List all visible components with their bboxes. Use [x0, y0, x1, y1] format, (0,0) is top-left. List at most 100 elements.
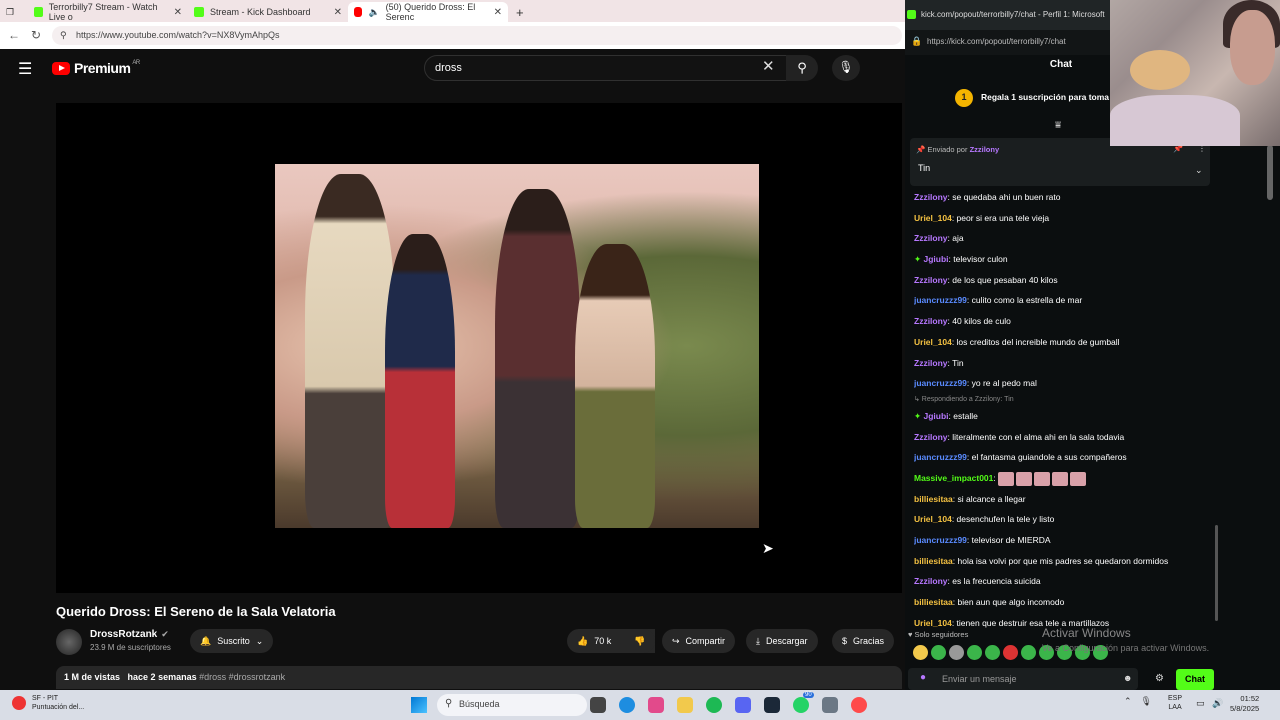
chat-username[interactable]: Zzzilony: [914, 432, 948, 442]
emote-icon[interactable]: [1003, 645, 1018, 660]
windows-start-icon[interactable]: [411, 697, 427, 713]
chevron-down-icon[interactable]: ⌄: [1195, 165, 1203, 176]
address-bar[interactable]: ⚲ https://www.youtube.com/watch?v=NX8Vym…: [52, 26, 902, 45]
close-icon[interactable]: ✕: [334, 7, 342, 18]
chat-username[interactable]: Uriel_104: [914, 618, 952, 628]
youtube-logo[interactable]: Premium AR: [52, 60, 140, 76]
chat-username[interactable]: Jgiubi: [923, 254, 948, 264]
whatsapp-icon[interactable]: 90: [793, 692, 814, 713]
gift-count-badge: 1: [955, 89, 973, 107]
tab-kick-stream[interactable]: Terrorbilly7 Stream - Watch Live o ✕: [28, 2, 188, 22]
file-explorer-icon[interactable]: [677, 697, 693, 713]
webcam-blanket: [1110, 95, 1240, 146]
search-input[interactable]: dross: [424, 55, 788, 81]
tab-kick-dashboard[interactable]: Stream - Kick Dashboard ✕: [188, 2, 348, 22]
emote-icon[interactable]: [985, 645, 1000, 660]
chat-username[interactable]: Zzzilony: [914, 192, 948, 202]
weather-widget[interactable]: SF - PIT Puntuación del...: [12, 694, 84, 712]
channel-name[interactable]: DrossRotzank: [90, 629, 157, 640]
microphone-icon[interactable]: 🎙: [1141, 696, 1152, 707]
chat-emote[interactable]: [998, 471, 1015, 486]
chat-username[interactable]: billiesitaa: [914, 597, 953, 607]
emote-icon[interactable]: [967, 645, 982, 660]
download-button[interactable]: ⤓ Descargar: [746, 629, 818, 653]
emoji-picker-icon[interactable]: ☻: [1123, 673, 1132, 683]
language-indicator[interactable]: ESP LAA: [1168, 694, 1182, 712]
clock[interactable]: 01:52 5/8/2025: [1230, 694, 1259, 714]
spotify-icon[interactable]: [706, 697, 722, 713]
copilot-icon[interactable]: [648, 697, 664, 713]
network-icon[interactable]: ▭: [1196, 698, 1205, 709]
emote-icon[interactable]: [949, 645, 964, 660]
chat-text: literalmente con el alma ahi en la sala …: [952, 431, 1125, 442]
subscribed-label: Suscrito: [217, 636, 250, 646]
chat-emote[interactable]: [1016, 471, 1033, 486]
chat-username[interactable]: Zzzilony: [914, 233, 948, 243]
chat-emote[interactable]: [1052, 471, 1069, 486]
menu-icon[interactable]: ☰: [18, 59, 32, 79]
chat-username[interactable]: Uriel_104: [914, 514, 952, 524]
close-icon[interactable]: ✕: [494, 7, 502, 18]
chat-username[interactable]: Jgiubi: [923, 411, 948, 421]
share-button[interactable]: ↪ Compartir: [662, 629, 736, 653]
chevron-up-icon[interactable]: ⌃: [1124, 696, 1132, 707]
emote-icon[interactable]: [913, 645, 928, 660]
description-box[interactable]: 1 M de vistas hace 2 semanas #dross #dro…: [56, 666, 902, 689]
site-info-icon[interactable]: ⚲: [60, 30, 67, 41]
tab-youtube-video[interactable]: 🔈 (50) Querido Dross: El Serenc ✕: [348, 2, 508, 22]
window-scrollbar[interactable]: [1267, 145, 1273, 200]
discord-icon[interactable]: [735, 697, 751, 713]
reload-icon[interactable]: ↻: [31, 28, 41, 42]
hashtags[interactable]: #dross #drossrotzank: [199, 672, 285, 682]
gear-icon[interactable]: ⚙: [1155, 673, 1164, 684]
chat-scrollbar[interactable]: [1215, 525, 1218, 621]
chat-username[interactable]: Massive_impact001: [914, 473, 993, 483]
chat-username[interactable]: Uriel_104: [914, 213, 952, 223]
filter-icon[interactable]: ⩸: [1055, 120, 1061, 131]
volume-icon[interactable]: 🔊: [1212, 698, 1223, 709]
chat-username[interactable]: Zzzilony: [914, 316, 948, 326]
back-icon[interactable]: ←: [8, 28, 20, 42]
chat-username[interactable]: juancruzzz99: [914, 535, 967, 545]
close-icon[interactable]: ✕: [174, 7, 182, 18]
subscriber-count: 23.9 M de suscriptores: [90, 643, 171, 652]
chat-message: Zzzilony: Tin: [914, 353, 1214, 374]
task-view-icon[interactable]: [590, 697, 606, 713]
chat-username[interactable]: Zzzilony: [914, 358, 948, 368]
chat-username[interactable]: juancruzzz99: [914, 378, 967, 388]
clear-icon[interactable]: ✕: [762, 57, 775, 75]
chat-username[interactable]: juancruzzz99: [914, 452, 967, 462]
chat-emote[interactable]: [1034, 471, 1051, 486]
pinned-by-user[interactable]: Zzzilony: [970, 145, 1000, 154]
chat-username[interactable]: Uriel_104: [914, 337, 952, 347]
video-title: Querido Dross: El Sereno de la Sala Vela…: [56, 604, 336, 619]
thanks-button[interactable]: $ Gracias: [832, 629, 895, 653]
taskbar-search[interactable]: ⚲ Búsqueda: [437, 694, 587, 716]
edge-icon[interactable]: [619, 697, 635, 713]
voice-search-button[interactable]: 🎙: [832, 55, 860, 81]
tab-actions-button[interactable]: ❐: [0, 2, 20, 22]
speaker-icon[interactable]: 🔈: [368, 7, 379, 18]
steam-icon[interactable]: [764, 697, 780, 713]
emote-icon[interactable]: [1021, 645, 1036, 660]
gift-sub-banner[interactable]: 1 Regala 1 suscripción para toma: [905, 80, 1117, 118]
send-chat-button[interactable]: Chat: [1176, 669, 1214, 690]
chat-username[interactable]: billiesitaa: [914, 494, 953, 504]
obs-icon[interactable]: [851, 697, 867, 713]
chat-username[interactable]: Zzzilony: [914, 576, 948, 586]
dislike-button[interactable]: 👎: [625, 629, 655, 653]
chat-message-input[interactable]: ● Enviar un mensaje: [908, 668, 1138, 690]
chat-username[interactable]: billiesitaa: [914, 556, 953, 566]
chat-emote[interactable]: [1070, 471, 1087, 486]
channel-name-row[interactable]: DrossRotzank ✔: [90, 629, 169, 640]
chat-username[interactable]: Zzzilony: [914, 275, 948, 285]
settings-icon[interactable]: [822, 697, 838, 713]
pinned-by: 📌 Enviado por Zzzilony: [916, 145, 1000, 154]
emote-icon[interactable]: [931, 645, 946, 660]
search-button[interactable]: ⚲: [786, 55, 818, 81]
subscribed-button[interactable]: 🔔 Suscrito ⌄: [190, 629, 274, 653]
new-tab-button[interactable]: +: [510, 2, 530, 22]
channel-avatar[interactable]: [56, 629, 82, 655]
video-player[interactable]: ▦: [56, 103, 958, 636]
chat-username[interactable]: juancruzzz99: [914, 295, 967, 305]
